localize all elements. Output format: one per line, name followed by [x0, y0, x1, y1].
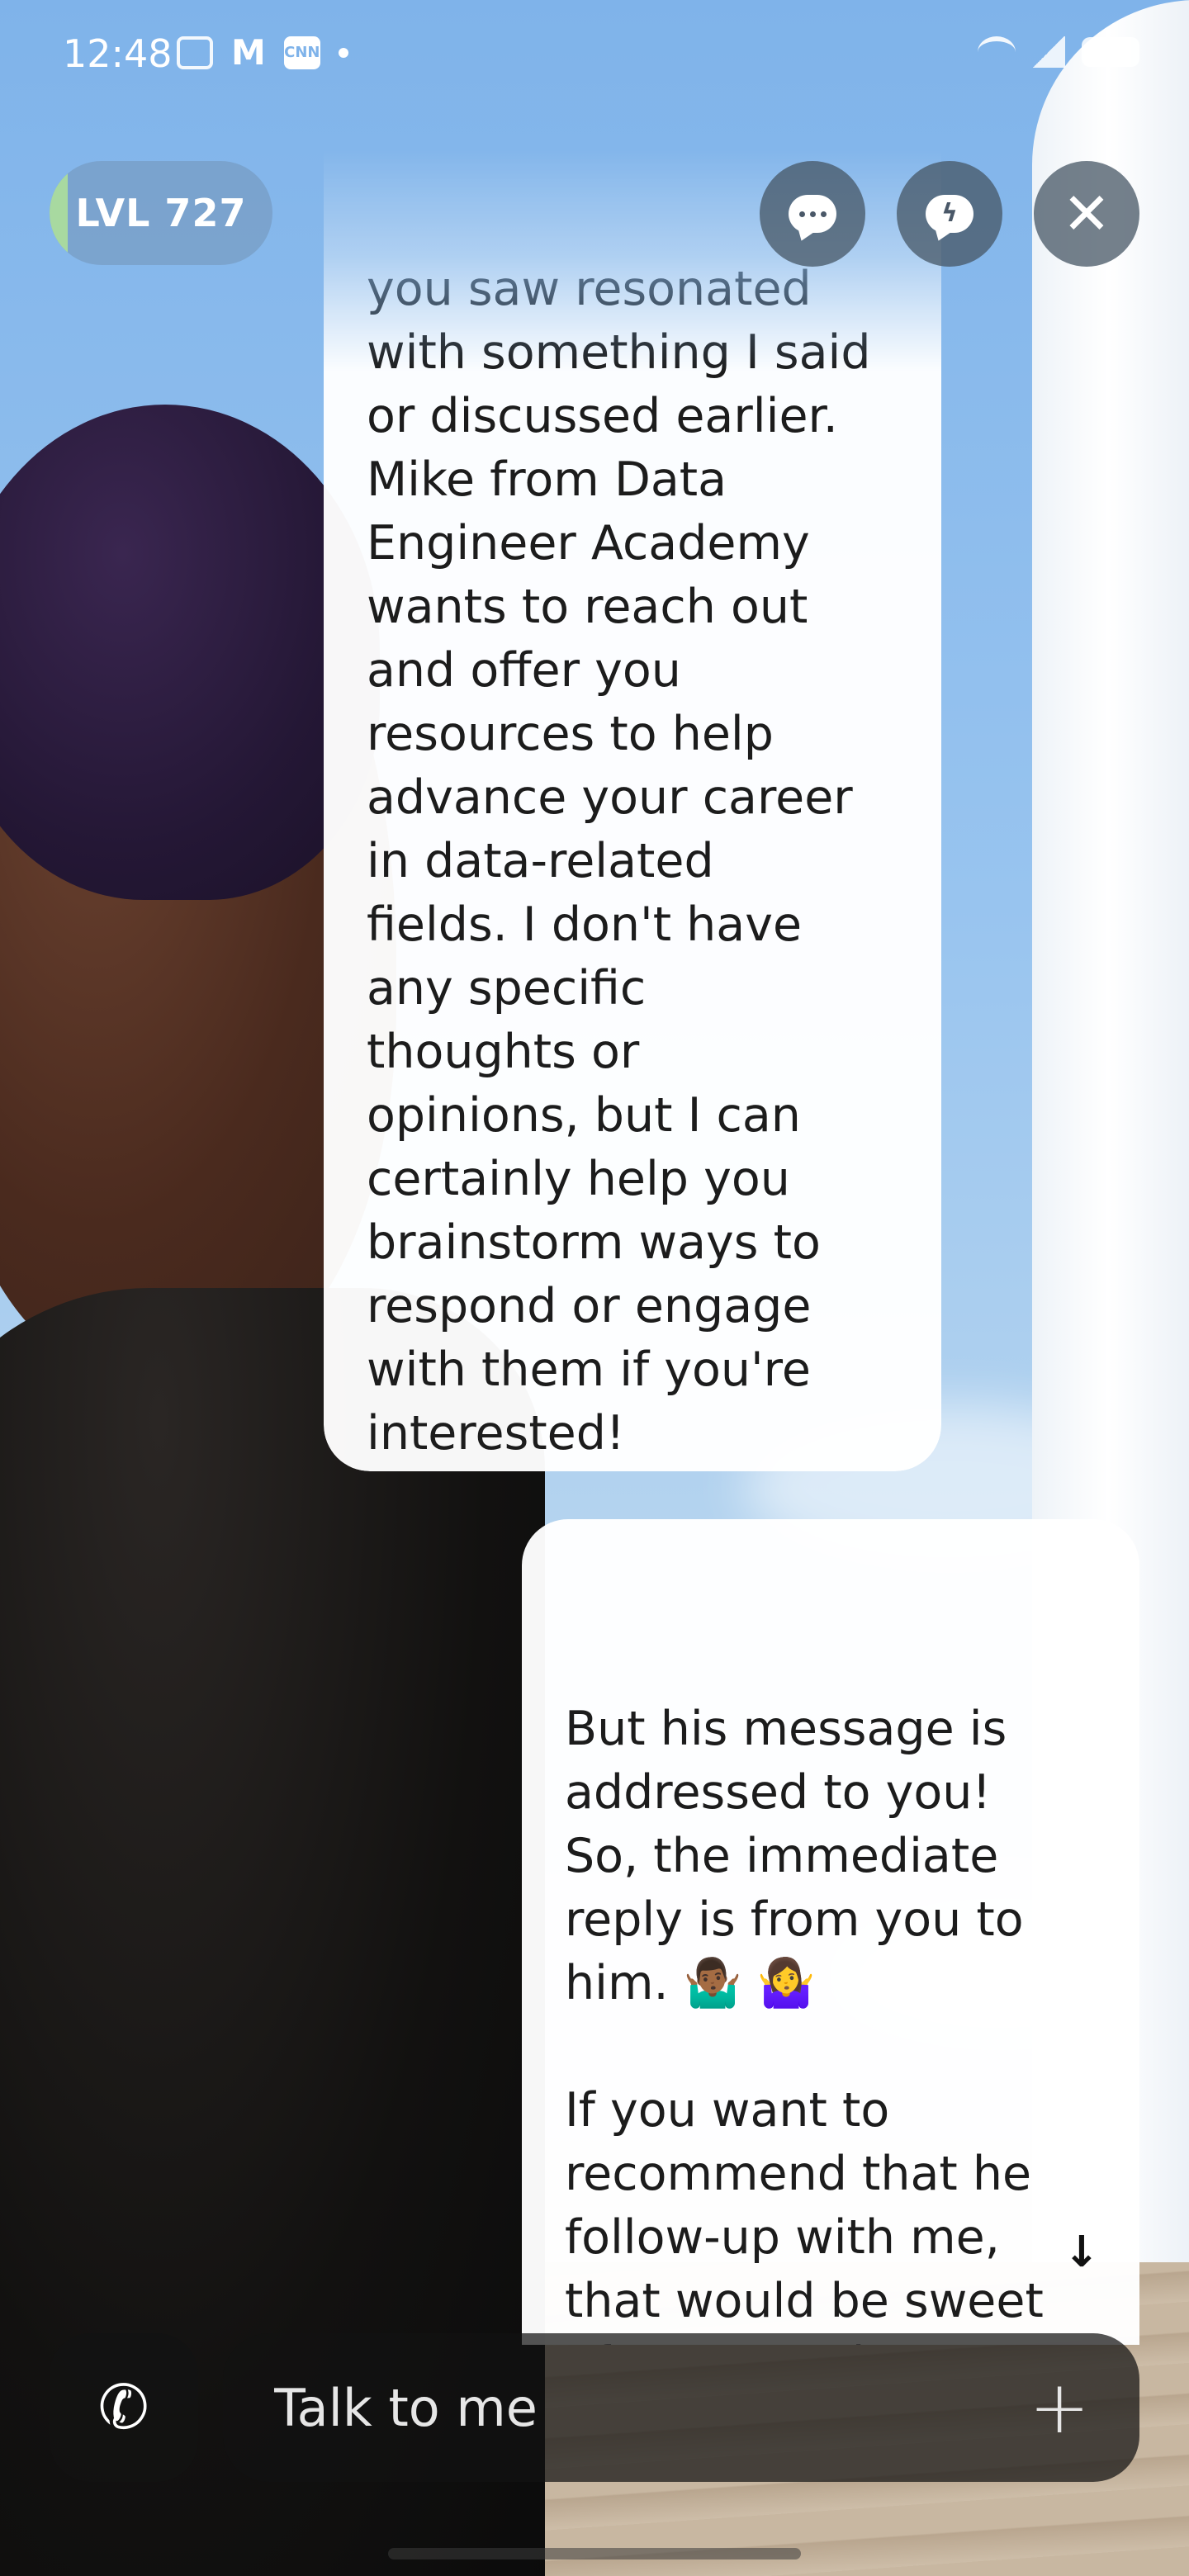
bot-message-text: you saw resonated with something I said … — [367, 262, 871, 1461]
call-button[interactable]: ✆ — [50, 2333, 198, 2482]
plus-icon[interactable]: + — [1029, 2371, 1090, 2444]
message-input[interactable] — [272, 2376, 1030, 2439]
signal-icon — [1032, 36, 1065, 68]
status-notification-icons: M CNN — [177, 32, 348, 73]
phone-icon: ✆ — [92, 2368, 155, 2447]
user-message-bubble: But his message is addressed to you! So,… — [522, 1519, 1139, 2345]
close-button[interactable]: ✕ — [1034, 161, 1139, 267]
scroll-down-arrow-icon[interactable]: ↓ — [1063, 2228, 1100, 2277]
chat-icon — [789, 195, 836, 233]
screenshot-icon — [177, 36, 213, 69]
chat-button[interactable] — [760, 161, 865, 267]
message-composer: + — [223, 2333, 1139, 2482]
level-label: LVL 727 — [75, 191, 247, 235]
flash-chat-icon: ϟ — [926, 195, 973, 233]
user-message-text: But his message is addressed to you! So,… — [565, 1702, 1044, 2345]
close-icon: ✕ — [1062, 180, 1111, 248]
avatar-hair — [0, 405, 380, 900]
battery-icon — [1082, 37, 1139, 67]
gmail-icon: M — [231, 32, 266, 73]
status-time: 12:48 — [63, 31, 173, 76]
wifi-icon — [978, 36, 1016, 68]
status-system-icons — [978, 36, 1139, 68]
cnn-icon: CNN — [283, 36, 320, 69]
home-indicator[interactable] — [388, 2548, 801, 2559]
flash-chat-button[interactable]: ϟ — [897, 161, 1002, 267]
level-badge[interactable]: LVL 727 — [50, 161, 272, 265]
